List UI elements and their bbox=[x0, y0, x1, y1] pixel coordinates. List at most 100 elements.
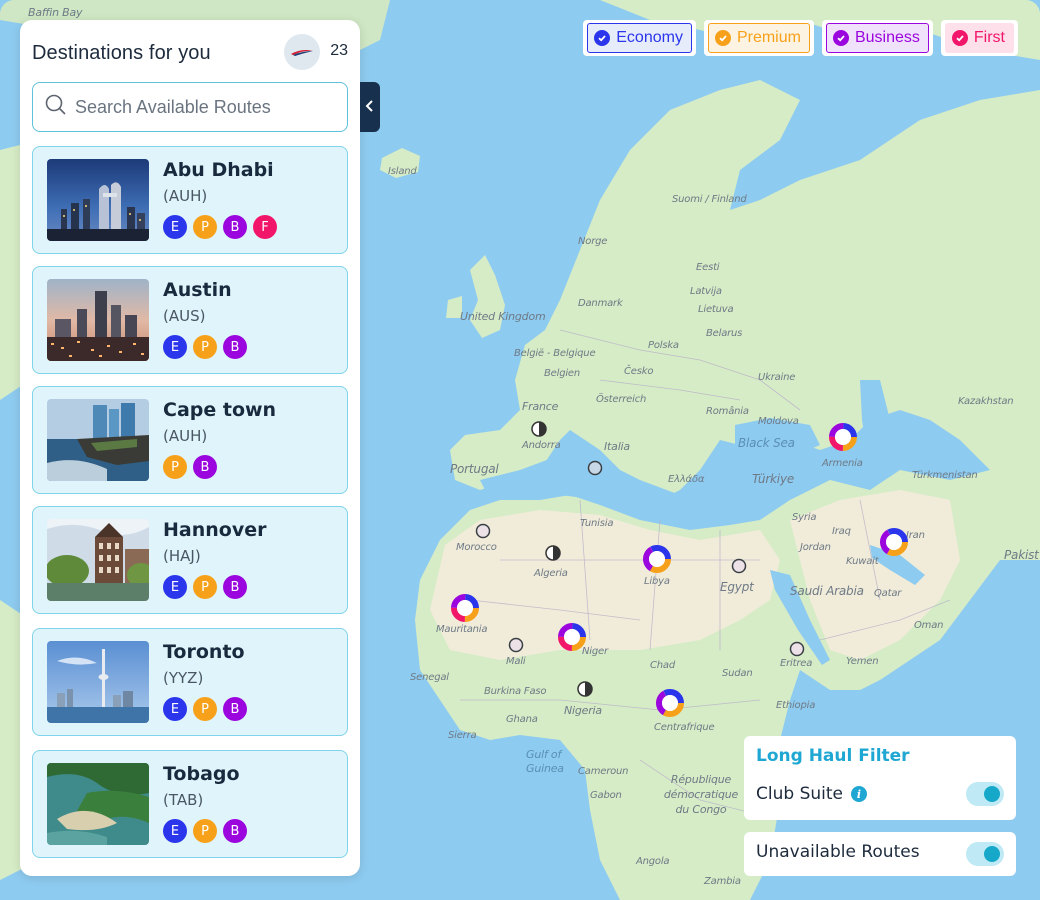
panel-header: Destinations for you 23 bbox=[32, 34, 348, 70]
business-badge[interactable]: B bbox=[223, 819, 247, 843]
search-input[interactable] bbox=[75, 96, 335, 118]
first-filter-chip[interactable]: First bbox=[944, 23, 1014, 53]
destination-city: Toronto bbox=[163, 641, 245, 663]
cabin-class-badges: E P B bbox=[163, 819, 247, 843]
chip-label: Economy bbox=[616, 29, 683, 46]
partial-route-marker[interactable] bbox=[531, 421, 547, 437]
chip-wrapper: Economy bbox=[583, 20, 696, 56]
destination-photo bbox=[47, 399, 149, 481]
premium-badge[interactable]: P bbox=[193, 335, 217, 359]
airport-code: (YYZ) bbox=[163, 669, 204, 687]
destination-city: Hannover bbox=[163, 519, 267, 541]
destination-card[interactable]: Tobago (TAB) E P B bbox=[32, 750, 348, 858]
business-badge[interactable]: B bbox=[193, 455, 217, 479]
multi-class-destination-marker[interactable] bbox=[656, 689, 684, 717]
unavailable-routes-filter: Unavailable Routes bbox=[744, 832, 1016, 876]
search-box bbox=[32, 82, 348, 132]
cabin-class-badges: P B bbox=[163, 455, 217, 479]
destination-photo bbox=[47, 763, 149, 845]
economy-badge[interactable]: E bbox=[163, 819, 187, 843]
airport-code: (AUH) bbox=[163, 187, 208, 205]
chevron-left-icon bbox=[365, 98, 375, 117]
chip-wrapper: Premium bbox=[703, 20, 814, 56]
search-icon bbox=[45, 94, 67, 120]
destination-card[interactable]: Toronto (YYZ) E P B bbox=[32, 628, 348, 736]
chip-label: Premium bbox=[736, 29, 801, 46]
airline-logo-icon bbox=[284, 34, 320, 70]
cabin-class-badges: E P B bbox=[163, 697, 247, 721]
destination-city: Austin bbox=[163, 279, 232, 301]
partial-route-marker[interactable] bbox=[545, 545, 561, 561]
unavailable-routes-toggle[interactable] bbox=[966, 842, 1004, 866]
premium-badge[interactable]: P bbox=[193, 697, 217, 721]
economy-badge[interactable]: E bbox=[163, 697, 187, 721]
cabin-class-filters: Economy Premium Business First bbox=[583, 20, 1018, 56]
check-icon bbox=[714, 30, 731, 46]
business-badge[interactable]: B bbox=[223, 697, 247, 721]
first-badge[interactable]: F bbox=[253, 215, 277, 239]
economy-badge[interactable]: E bbox=[163, 335, 187, 359]
destination-photo bbox=[47, 641, 149, 723]
economy-badge[interactable]: E bbox=[163, 215, 187, 239]
destination-city: Cape town bbox=[163, 399, 277, 421]
destination-card[interactable]: Cape town (AUH) P B bbox=[32, 386, 348, 494]
premium-badge[interactable]: P bbox=[163, 455, 187, 479]
premium-filter-chip[interactable]: Premium bbox=[707, 23, 810, 53]
multi-class-destination-marker[interactable] bbox=[451, 594, 479, 622]
club-suite-toggle[interactable] bbox=[966, 782, 1004, 806]
multi-class-destination-marker[interactable] bbox=[643, 545, 671, 573]
unavailable-routes-label: Unavailable Routes bbox=[756, 842, 920, 862]
filter-title: Long Haul Filter bbox=[756, 746, 910, 766]
destination-photo bbox=[47, 519, 149, 601]
airport-code: (TAB) bbox=[163, 791, 204, 809]
chip-wrapper: Business bbox=[821, 20, 933, 56]
destinations-panel: Destinations for you 23 Search Available… bbox=[20, 20, 360, 876]
chip-label: Business bbox=[854, 29, 920, 46]
unavailable-route-marker[interactable] bbox=[789, 641, 805, 657]
multi-class-destination-marker[interactable] bbox=[880, 528, 908, 556]
premium-badge[interactable]: P bbox=[193, 215, 217, 239]
airport-code: (HAJ) bbox=[163, 547, 201, 565]
destination-photo bbox=[47, 279, 149, 361]
chip-wrapper: First bbox=[940, 20, 1018, 56]
check-icon bbox=[951, 30, 968, 46]
destination-card[interactable]: Abu Dhabi (AUH) E P B F bbox=[32, 146, 348, 254]
cabin-class-badges: E P B bbox=[163, 335, 247, 359]
chip-label: First bbox=[973, 29, 1005, 46]
destination-city: Abu Dhabi bbox=[163, 159, 274, 181]
club-suite-row: Club Suite i bbox=[756, 784, 867, 804]
unavailable-route-marker[interactable] bbox=[587, 460, 603, 476]
toggle-knob bbox=[984, 786, 1000, 802]
long-haul-filter: Long Haul Filter Club Suite i bbox=[744, 736, 1016, 820]
partial-route-marker[interactable] bbox=[577, 681, 593, 697]
unavailable-route-marker[interactable] bbox=[475, 523, 491, 539]
airport-code: (AUH) bbox=[163, 427, 208, 445]
premium-badge[interactable]: P bbox=[193, 819, 217, 843]
destination-card[interactable]: Austin (AUS) E P B bbox=[32, 266, 348, 374]
multi-class-destination-marker[interactable] bbox=[829, 423, 857, 451]
cabin-class-badges: E P B bbox=[163, 575, 247, 599]
business-badge[interactable]: B bbox=[223, 575, 247, 599]
club-suite-label: Club Suite bbox=[756, 784, 843, 804]
panel-title: Destinations for you bbox=[32, 41, 211, 64]
toggle-knob bbox=[984, 846, 1000, 862]
collapse-panel-button[interactable] bbox=[360, 82, 380, 132]
premium-badge[interactable]: P bbox=[193, 575, 217, 599]
cabin-class-badges: E P B F bbox=[163, 215, 277, 239]
economy-badge[interactable]: E bbox=[163, 575, 187, 599]
unavailable-route-marker[interactable] bbox=[508, 637, 524, 653]
economy-filter-chip[interactable]: Economy bbox=[587, 23, 692, 53]
destination-city: Tobago bbox=[163, 763, 240, 785]
check-icon bbox=[832, 30, 849, 46]
destination-count: 23 bbox=[330, 42, 348, 59]
airport-code: (AUS) bbox=[163, 307, 206, 325]
destination-card[interactable]: Hannover (HAJ) E P B bbox=[32, 506, 348, 614]
info-icon[interactable]: i bbox=[850, 786, 867, 802]
business-badge[interactable]: B bbox=[223, 215, 247, 239]
business-filter-chip[interactable]: Business bbox=[825, 23, 929, 53]
unavailable-route-marker[interactable] bbox=[731, 558, 747, 574]
business-badge[interactable]: B bbox=[223, 335, 247, 359]
destination-photo bbox=[47, 159, 149, 241]
multi-class-destination-marker[interactable] bbox=[558, 623, 586, 651]
check-icon bbox=[594, 30, 611, 46]
